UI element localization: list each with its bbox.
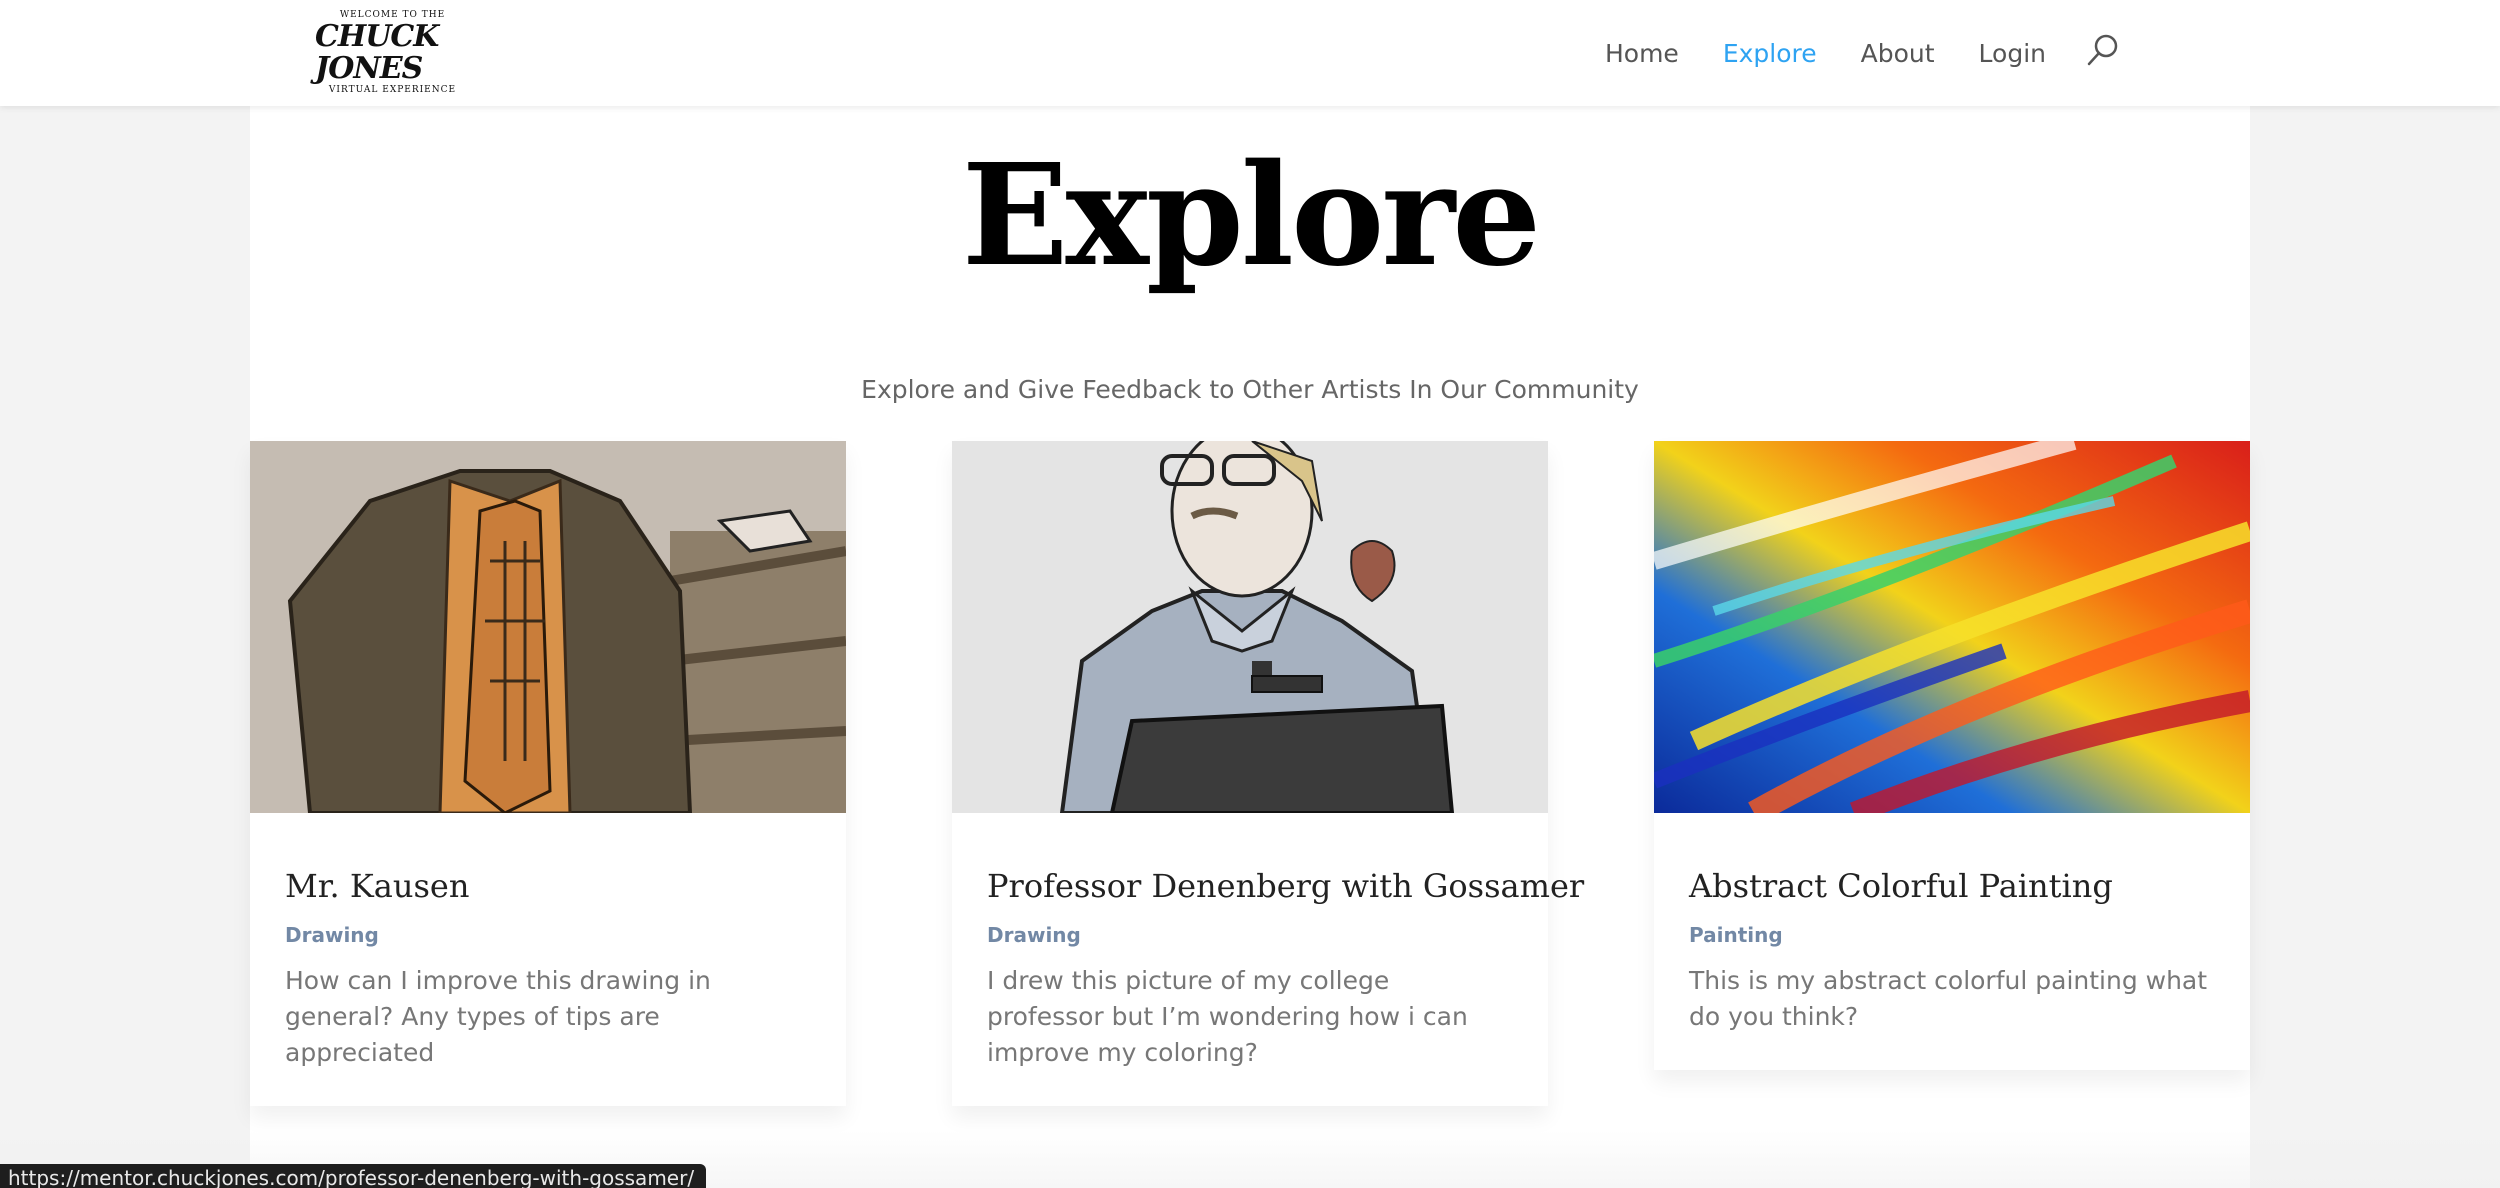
- site-logo[interactable]: WELCOME TO THE CHUCK JONES VIRTUAL EXPER…: [315, 10, 470, 95]
- page-subtitle: Explore and Give Feedback to Other Artis…: [861, 375, 1639, 404]
- nav-login[interactable]: Login: [1979, 34, 2046, 74]
- post-excerpt: This is my abstract colorful painting wh…: [1689, 966, 2208, 1031]
- post-title[interactable]: Professor Denenberg with Gossamer: [987, 865, 1584, 907]
- post-excerpt: How can I improve this drawing in genera…: [285, 966, 711, 1067]
- post-card[interactable]: Mr. Kausen Drawing How can I improve thi…: [250, 441, 846, 1106]
- post-category[interactable]: Drawing: [987, 921, 1513, 949]
- logo-bottom-text: VIRTUAL EXPERIENCE: [328, 85, 457, 95]
- search-icon[interactable]: [2086, 33, 2120, 67]
- link-status-bar: https://mentor.chuckjones.com/professor-…: [0, 1164, 706, 1188]
- site-header: WELCOME TO THE CHUCK JONES VIRTUAL EXPER…: [0, 0, 2500, 106]
- post-category[interactable]: Drawing: [285, 921, 811, 949]
- post-excerpt: I drew this picture of my college profes…: [987, 966, 1468, 1067]
- nav-home[interactable]: Home: [1605, 34, 1679, 74]
- nav-about[interactable]: About: [1861, 34, 1935, 74]
- post-title[interactable]: Abstract Colorful Painting: [1689, 865, 2215, 907]
- post-thumbnail-kausen[interactable]: [250, 441, 846, 813]
- logo-brand: CHUCK JONES: [315, 19, 439, 86]
- post-thumbnail-denenberg[interactable]: [952, 441, 1548, 813]
- post-thumbnail-abstract[interactable]: [1654, 441, 2250, 813]
- page-title: Explore: [961, 134, 1541, 298]
- main-content: Explore Explore and Give Feedback to Oth…: [250, 106, 2250, 1188]
- post-title[interactable]: Mr. Kausen: [285, 865, 811, 907]
- main-nav: Home Explore About Login: [1561, 34, 2120, 74]
- post-category[interactable]: Painting: [1689, 921, 2215, 949]
- post-card[interactable]: Professor Denenberg with Gossamer Drawin…: [952, 441, 1584, 1106]
- post-card[interactable]: Abstract Colorful Painting Painting This…: [1654, 441, 2250, 1070]
- nav-explore[interactable]: Explore: [1723, 34, 1817, 74]
